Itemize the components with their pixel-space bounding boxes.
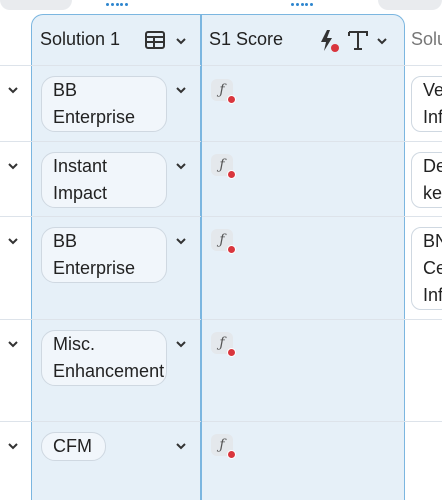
top-tab-fragment (378, 0, 442, 10)
chevron-down-icon[interactable] (174, 34, 188, 48)
formula-icon[interactable]: ƒ (211, 332, 236, 357)
error-dot (227, 245, 236, 254)
formula-icon[interactable]: ƒ (211, 229, 236, 254)
text-type-icon[interactable] (347, 29, 369, 56)
next-cell[interactable]: BNCeInf (411, 227, 442, 310)
table-row: Instant Impact ƒ Deke (0, 142, 442, 217)
formula-icon[interactable]: ƒ (211, 79, 236, 104)
column-header-solution-2[interactable]: Solu (411, 29, 442, 50)
chevron-down-icon[interactable] (6, 234, 20, 248)
lightning-icon[interactable] (318, 29, 340, 58)
drag-handle-icon[interactable] (106, 3, 128, 7)
top-tab-fragment (0, 0, 72, 10)
data-grid: Solution 1 S1 Score Solu BB Enterprise ƒ… (0, 0, 442, 500)
table-icon[interactable] (145, 31, 165, 54)
chevron-down-icon[interactable] (6, 159, 20, 173)
solution-tag[interactable]: Instant Impact (41, 152, 167, 208)
chevron-down-icon[interactable] (375, 34, 389, 48)
next-cell[interactable]: Ve Inf (411, 76, 442, 132)
formula-icon[interactable]: ƒ (211, 434, 236, 459)
chevron-down-icon[interactable] (174, 439, 188, 453)
table-row: BB Enterprise ƒ Ve Inf (0, 66, 442, 142)
chevron-down-icon[interactable] (174, 234, 188, 248)
table-row: Misc. Enhancement ƒ (0, 320, 442, 422)
next-cell[interactable]: Deke (411, 152, 442, 208)
chevron-down-icon[interactable] (174, 83, 188, 97)
column-header-s1-score[interactable]: S1 Score (209, 29, 283, 50)
chevron-down-icon[interactable] (174, 159, 188, 173)
chevron-down-icon[interactable] (6, 337, 20, 351)
error-dot (227, 95, 236, 104)
error-dot (227, 348, 236, 357)
column-header-solution-1[interactable]: Solution 1 (40, 29, 120, 50)
solution-tag[interactable]: Misc. Enhancement (41, 330, 167, 386)
solution-tag[interactable]: BB Enterprise (41, 227, 167, 283)
chevron-down-icon[interactable] (6, 439, 20, 453)
solution-tag[interactable]: CFM (41, 432, 106, 461)
solution-tag[interactable]: BB Enterprise (41, 76, 167, 132)
error-dot (227, 170, 236, 179)
drag-handle-icon[interactable] (291, 3, 313, 7)
formula-icon[interactable]: ƒ (211, 154, 236, 179)
column-divider (201, 14, 202, 500)
error-dot (227, 450, 236, 459)
table-row: BB Enterprise ƒ BNCeInf (0, 217, 442, 320)
header-row: Solution 1 S1 Score Solu (0, 0, 442, 66)
table-row: CFM ƒ (0, 422, 442, 500)
chevron-down-icon[interactable] (174, 337, 188, 351)
chevron-down-icon[interactable] (6, 83, 20, 97)
